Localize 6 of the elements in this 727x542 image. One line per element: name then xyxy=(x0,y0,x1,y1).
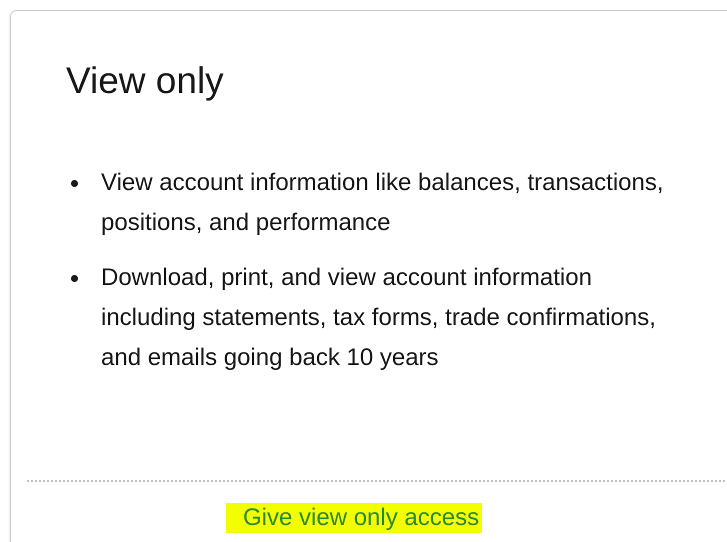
bullet-icon xyxy=(71,180,78,187)
bullet-icon xyxy=(71,275,78,282)
bullet-text: Download, print, and view account information including statements, tax forms, trade confirmations, and emails going back 10 years xyxy=(101,263,657,373)
card-title: View only xyxy=(66,59,224,103)
access-link[interactable]: Give view only access xyxy=(226,503,482,533)
bullet-text: View account information like balances, transactions, positions, and performance xyxy=(101,168,665,238)
